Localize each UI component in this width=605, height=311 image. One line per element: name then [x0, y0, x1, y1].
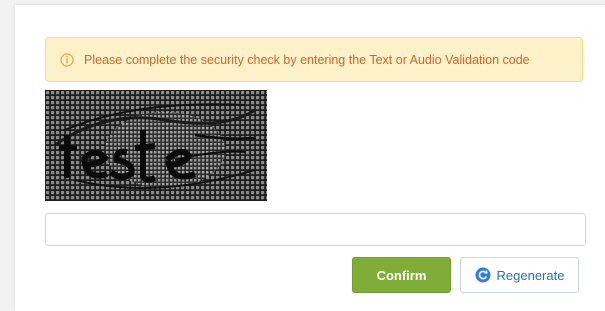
validation-code-input[interactable] [45, 213, 586, 246]
info-circle-icon [60, 52, 74, 67]
captcha-image [45, 90, 267, 201]
refresh-icon [475, 267, 491, 283]
confirm-button[interactable]: Confirm [352, 257, 451, 293]
regenerate-button[interactable]: Regenerate [460, 257, 579, 293]
security-alert: Please complete the security check by en… [45, 37, 583, 82]
confirm-label: Confirm [376, 267, 427, 283]
regenerate-label: Regenerate [496, 267, 565, 283]
alert-message: Please complete the security check by en… [84, 52, 530, 67]
